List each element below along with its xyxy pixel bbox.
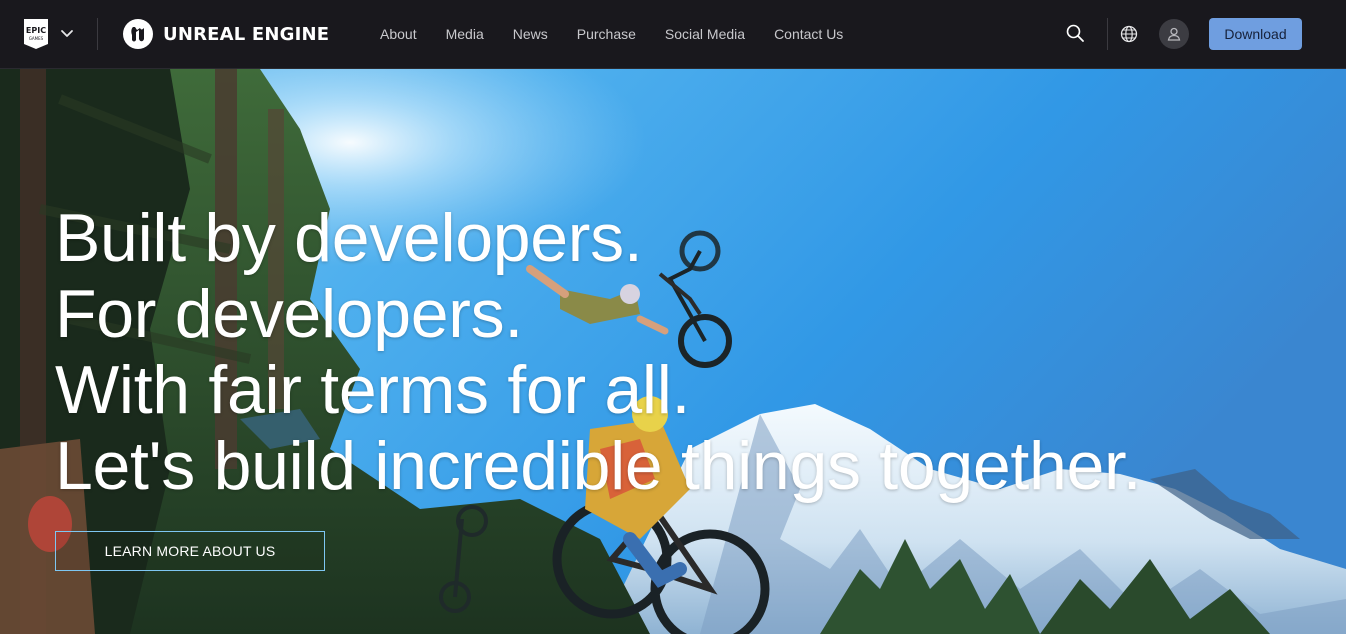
language-button[interactable] bbox=[1119, 24, 1139, 44]
top-nav-bar: EPIC GAMES UNREAL ENGINE About Media New… bbox=[0, 0, 1346, 69]
hero-headline-line-4: Let's build incredible things together. bbox=[55, 428, 1142, 504]
epic-games-logo-icon: EPIC GAMES bbox=[24, 19, 48, 49]
nav-divider bbox=[97, 18, 98, 50]
hero-headline-line-1: Built by developers. bbox=[55, 200, 643, 276]
nav-divider bbox=[1107, 18, 1108, 50]
svg-text:GAMES: GAMES bbox=[29, 36, 44, 41]
search-icon bbox=[1066, 24, 1084, 42]
chevron-down-icon bbox=[61, 30, 73, 37]
hero-banner: Built by developers. For developers. Wit… bbox=[0, 69, 1346, 634]
hero-headline-line-3: With fair terms for all. bbox=[55, 352, 691, 428]
svg-text:EPIC: EPIC bbox=[26, 26, 46, 35]
nav-link-social-media[interactable]: Social Media bbox=[665, 25, 745, 43]
epic-games-logo[interactable]: EPIC GAMES bbox=[23, 18, 49, 50]
unreal-logo-icon bbox=[123, 19, 153, 49]
hero-headline: Built by developers. For developers. Wit… bbox=[55, 200, 1142, 504]
nav-link-purchase[interactable]: Purchase bbox=[577, 25, 636, 43]
download-button[interactable]: Download bbox=[1209, 18, 1302, 50]
nav-link-news[interactable]: News bbox=[513, 25, 548, 43]
nav-link-media[interactable]: Media bbox=[446, 25, 484, 43]
search-button[interactable] bbox=[1064, 22, 1086, 44]
main-navigation: About Media News Purchase Social Media C… bbox=[380, 25, 843, 43]
nav-link-about[interactable]: About bbox=[380, 25, 417, 43]
nav-link-contact-us[interactable]: Contact Us bbox=[774, 25, 843, 43]
brand-name: UNREAL ENGINE bbox=[163, 23, 330, 45]
account-button[interactable] bbox=[1159, 19, 1189, 49]
globe-icon bbox=[1120, 25, 1138, 43]
epic-menu-toggle[interactable] bbox=[59, 25, 75, 41]
learn-more-about-us-button[interactable]: LEARN MORE ABOUT US bbox=[55, 531, 325, 571]
hero-headline-line-2: For developers. bbox=[55, 276, 523, 352]
user-icon bbox=[1167, 27, 1181, 41]
unreal-engine-brand[interactable]: UNREAL ENGINE bbox=[122, 17, 329, 51]
